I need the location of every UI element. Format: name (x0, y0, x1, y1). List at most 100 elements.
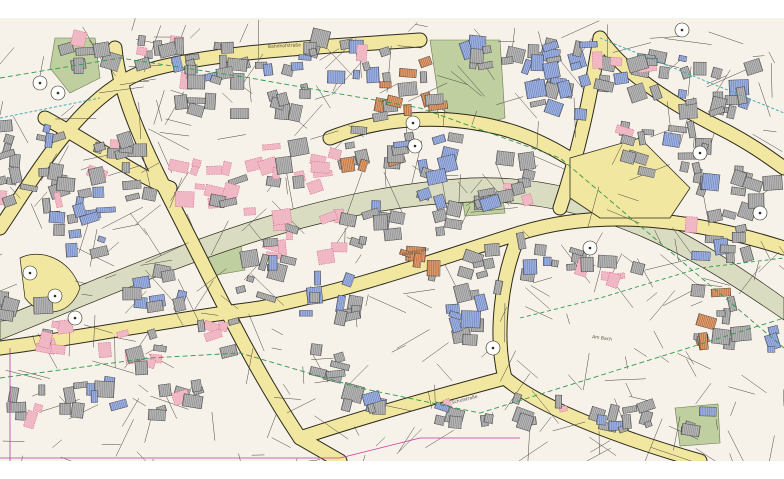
building (70, 401, 85, 419)
building (190, 379, 203, 393)
building (141, 186, 158, 202)
building (679, 161, 690, 173)
building (710, 287, 732, 298)
building (482, 45, 492, 54)
building (287, 137, 310, 158)
building (314, 270, 321, 286)
building (388, 210, 406, 225)
building (469, 48, 484, 64)
building (424, 93, 445, 106)
building (573, 108, 588, 121)
building (597, 254, 618, 269)
building (48, 210, 66, 224)
tree-dot (38, 81, 42, 85)
building (426, 260, 441, 277)
building (693, 61, 707, 76)
building (230, 108, 250, 119)
building (731, 232, 746, 243)
building (243, 207, 257, 216)
building (147, 408, 166, 422)
tree-dot (680, 28, 684, 32)
building (174, 191, 195, 208)
building (482, 257, 495, 270)
building (44, 132, 54, 149)
building (554, 394, 563, 409)
building (331, 242, 348, 253)
building (483, 413, 494, 424)
building (309, 343, 323, 357)
building (350, 125, 368, 135)
building (187, 97, 206, 104)
tree-dot (73, 316, 77, 320)
building (262, 237, 279, 248)
building (542, 60, 561, 80)
building (706, 208, 723, 223)
building (372, 214, 389, 231)
building (677, 89, 687, 99)
building (579, 40, 598, 49)
building (186, 74, 206, 90)
building (219, 54, 227, 70)
building (699, 406, 717, 417)
building (158, 383, 172, 398)
building (299, 310, 313, 317)
building (204, 92, 217, 110)
building (517, 151, 536, 171)
building (379, 81, 392, 89)
building (134, 360, 149, 376)
building (160, 269, 176, 283)
building (445, 200, 463, 218)
building (90, 390, 98, 403)
building (550, 259, 559, 268)
building (591, 51, 603, 69)
building (122, 287, 142, 301)
tree-dot (413, 144, 417, 148)
building (339, 156, 356, 173)
building (206, 165, 223, 175)
building (309, 291, 321, 303)
building (92, 41, 111, 59)
map-viewport: Bahnhofstraße Hauptstraße Schulstraße Am… (0, 0, 784, 479)
building (580, 256, 594, 273)
building (327, 70, 346, 84)
building (711, 327, 732, 346)
building (397, 81, 418, 97)
cadastral-map[interactable]: Bahnhofstraße Hauptstraße Schulstraße Am… (0, 18, 784, 461)
tree-dot (28, 271, 32, 275)
building (448, 415, 463, 430)
building (460, 310, 481, 329)
building (678, 102, 699, 120)
tree-dot (698, 151, 702, 155)
building (684, 216, 698, 234)
building (543, 256, 552, 266)
building (0, 119, 13, 133)
building (95, 206, 116, 214)
building (530, 54, 544, 72)
building (213, 41, 222, 51)
map-canvas: Bahnhofstraße Hauptstraße Schulstraße Am… (0, 18, 784, 461)
building (56, 176, 76, 192)
building (316, 248, 336, 266)
building (533, 243, 547, 257)
building (65, 242, 78, 258)
building (239, 248, 260, 269)
building (92, 186, 105, 198)
tree-dot (411, 121, 415, 125)
building (719, 244, 736, 254)
building (434, 414, 446, 426)
building (524, 78, 548, 100)
building (38, 384, 46, 396)
building (68, 229, 82, 239)
building (435, 226, 445, 237)
building (268, 255, 278, 271)
building (501, 56, 514, 65)
tree-dot (588, 246, 592, 250)
building (51, 320, 61, 329)
building (398, 68, 417, 79)
building (698, 332, 709, 351)
building (419, 71, 428, 84)
building (609, 56, 623, 67)
building (596, 414, 607, 426)
building (145, 299, 164, 314)
building (691, 250, 711, 262)
